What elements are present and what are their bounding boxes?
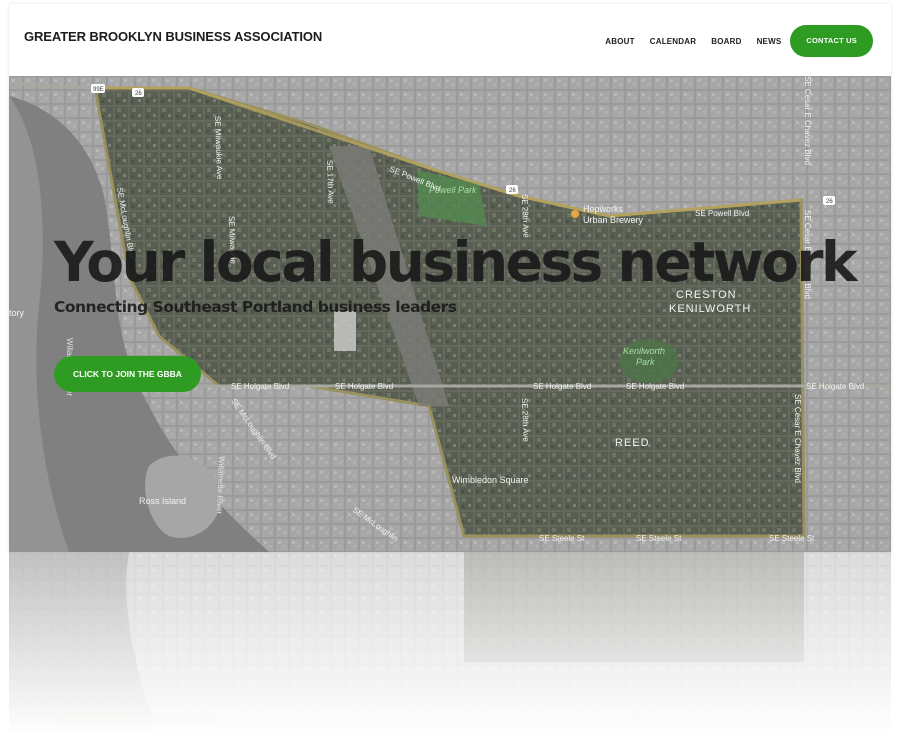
- nav-board-link[interactable]: BOARD: [711, 37, 741, 46]
- hero-title: Your local business network: [54, 230, 858, 294]
- nav-news-link[interactable]: NEWS: [757, 37, 782, 46]
- join-gbba-button[interactable]: CLICK TO JOIN THE GBBA: [54, 356, 201, 392]
- site-header: GREATER BROOKLYN BUSINESS ASSOCIATION AB…: [9, 4, 891, 76]
- main-nav: ABOUT CALENDAR BOARD NEWS CONTACT US: [605, 25, 873, 57]
- nav-about-link[interactable]: ABOUT: [605, 37, 634, 46]
- frame-reflection: [9, 552, 891, 736]
- hero-subtitle: Connecting Southeast Portland business l…: [54, 298, 457, 316]
- nav-calendar-link[interactable]: CALENDAR: [650, 37, 697, 46]
- page-frame: GREATER BROOKLYN BUSINESS ASSOCIATION AB…: [9, 4, 891, 552]
- contact-us-button[interactable]: CONTACT US: [790, 25, 873, 57]
- site-brand[interactable]: GREATER BROOKLYN BUSINESS ASSOCIATION: [24, 29, 322, 44]
